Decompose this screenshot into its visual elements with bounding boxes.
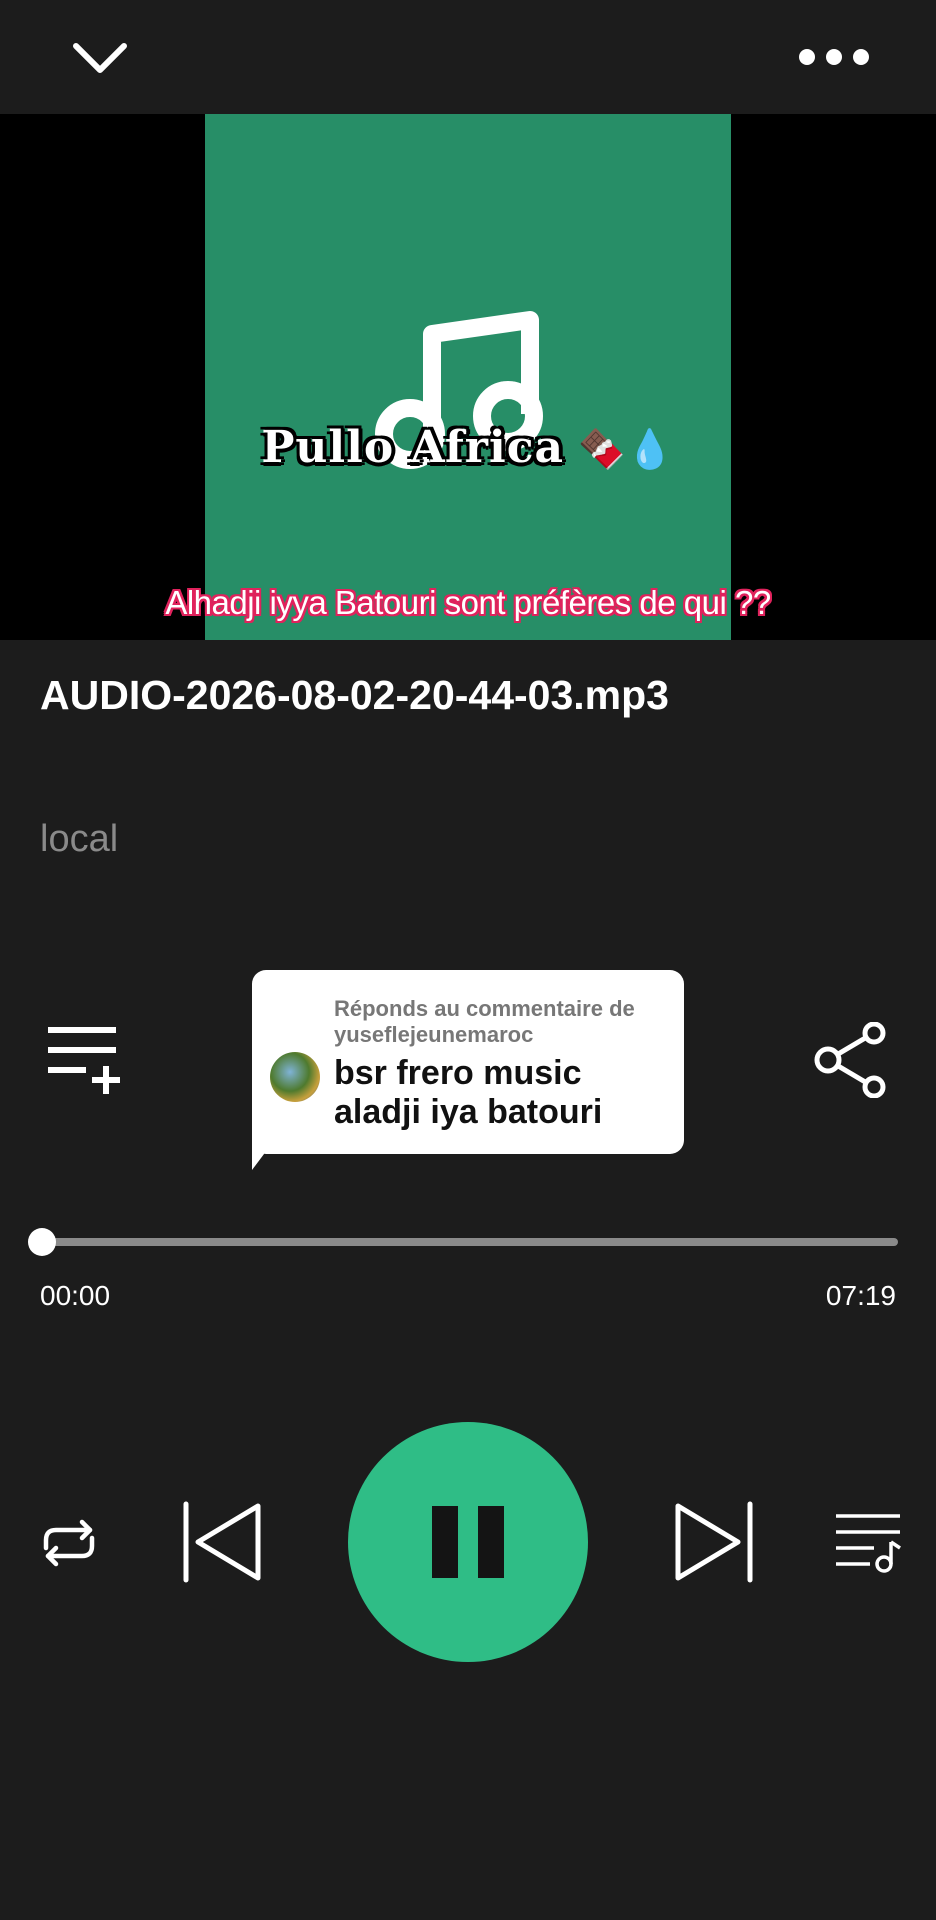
time-total: 07:19	[825, 1280, 896, 1311]
pause-icon-bar	[478, 1506, 504, 1578]
chevron-down-icon[interactable]	[70, 38, 130, 80]
video-area[interactable]: Pullo Africa 🍫💧 Alhadji iyya Batouri sont…	[0, 114, 936, 640]
cover-title-text: Pullo Africa	[261, 422, 565, 473]
track-title: AUDIO-2026-08-02-20-44-03.mp3	[40, 672, 669, 718]
comment-text: bsr frero music aladji iya batouri	[334, 1054, 603, 1131]
track-artist: local	[40, 818, 119, 860]
video-caption: Alhadji iyya Batouri sont préfères de qu…	[165, 584, 771, 621]
progress-thumb[interactable]	[28, 1228, 56, 1256]
skip-previous-icon[interactable]	[180, 1500, 266, 1584]
more-options-icon[interactable]	[796, 46, 872, 68]
cover-emoji: 🍫💧	[578, 426, 675, 471]
share-icon[interactable]	[812, 1022, 892, 1098]
avatar	[270, 1052, 320, 1102]
pause-button[interactable]	[348, 1422, 588, 1662]
album-cover	[205, 114, 731, 640]
playlist-add-icon[interactable]	[46, 1024, 122, 1096]
pause-icon	[432, 1506, 458, 1578]
reply-comment-bubble[interactable]: Réponds au commentaire de yuseflejeunema…	[252, 970, 684, 1154]
skip-next-icon[interactable]	[670, 1500, 756, 1584]
time-elapsed: 00:00	[40, 1280, 111, 1311]
repeat-icon[interactable]	[36, 1510, 102, 1576]
cover-title: Pullo Africa 🍫💧	[0, 422, 936, 473]
comment-reply-header: Réponds au commentaire de yuseflejeunema…	[334, 996, 635, 1047]
progress-bar[interactable]	[42, 1238, 898, 1246]
queue-music-icon[interactable]	[834, 1510, 902, 1574]
